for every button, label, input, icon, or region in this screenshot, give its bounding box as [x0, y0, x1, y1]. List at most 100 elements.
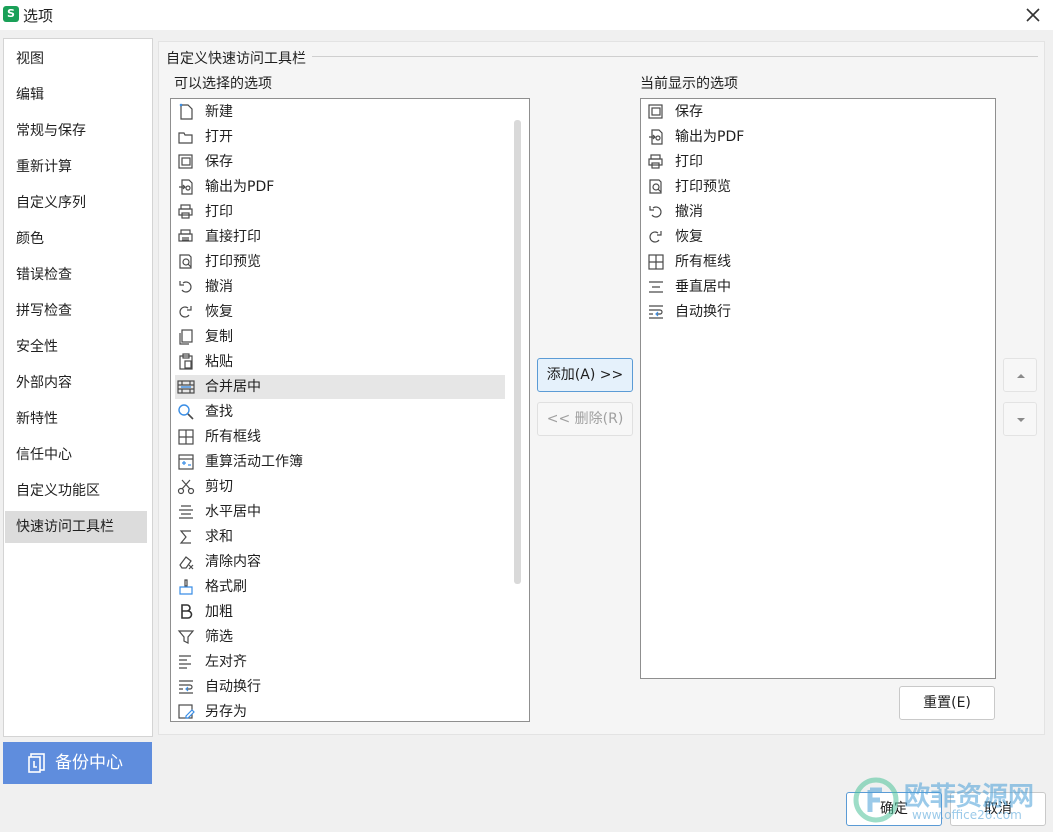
current-option-item[interactable]: 恢复 — [645, 225, 975, 249]
app-logo-icon: S — [3, 6, 19, 22]
new-file-icon — [179, 103, 193, 120]
undo-icon — [649, 206, 662, 218]
available-option-item[interactable]: 打印 — [175, 200, 505, 224]
available-option-item[interactable]: 剪切 — [175, 475, 505, 499]
save-as-icon — [178, 704, 195, 719]
current-option-item[interactable]: 打印 — [645, 150, 975, 174]
nav-item[interactable]: 常规与保存 — [5, 115, 147, 147]
available-options-list[interactable]: 新建打开保存输出为PDF 打印 直接打印打印预览撤消恢复复制粘贴合并居中查找所有框线… — [170, 98, 530, 722]
available-option-item-label: 合并居中 — [205, 379, 261, 395]
available-list-scrollbar[interactable] — [514, 120, 521, 584]
current-option-item[interactable]: 保存 — [645, 100, 975, 124]
nav-item[interactable]: 外部内容 — [5, 367, 147, 399]
current-option-item[interactable]: 撤消 — [645, 200, 975, 224]
available-option-item-label: 输出为PDF — [205, 179, 275, 195]
current-option-item[interactable]: 自动换行 — [645, 300, 975, 324]
print-icon — [648, 154, 663, 169]
add-button[interactable]: 添加(A) >> — [537, 358, 633, 392]
available-option-item[interactable]: 格式刷 — [175, 575, 505, 599]
available-option-item-label: 加粗 — [205, 604, 233, 620]
remove-button[interactable]: << 删除(R) — [537, 402, 633, 436]
available-option-item-label: 打开 — [205, 129, 233, 145]
current-option-item[interactable]: 垂直居中 — [645, 275, 975, 299]
nav-item[interactable]: 信任中心 — [5, 439, 147, 471]
available-option-item-label: 打印预览 — [205, 254, 261, 270]
reset-button[interactable]: 重置(E) — [899, 686, 995, 720]
available-option-item[interactable]: 水平居中 — [175, 500, 505, 524]
nav-item[interactable]: 编辑 — [5, 79, 147, 111]
align-middle-icon — [649, 281, 663, 293]
current-option-item-label: 恢复 — [675, 229, 703, 245]
available-option-item-label: 另存为 — [205, 704, 247, 720]
available-option-item-label: 水平居中 — [205, 504, 261, 520]
current-option-item-label: 打印 — [675, 154, 703, 170]
group-title: 自定义快速访问工具栏 — [166, 48, 312, 68]
available-option-item[interactable]: 复制 — [175, 325, 505, 349]
current-option-item[interactable]: 打印预览 — [645, 175, 975, 199]
available-option-item[interactable]: 输出为PDF — [175, 175, 505, 199]
nav-item[interactable]: 快速访问工具栏 — [5, 511, 147, 543]
triangle-up-icon — [1017, 374, 1025, 378]
export-pdf-icon — [179, 179, 193, 195]
available-option-item[interactable]: 粘贴 — [175, 350, 505, 374]
redo-icon — [649, 231, 662, 243]
nav-item[interactable]: 新特性 — [5, 403, 147, 435]
nav-item[interactable]: 视图 — [5, 43, 147, 75]
available-option-item[interactable]: 加粗 — [175, 600, 505, 624]
move-up-button[interactable] — [1003, 358, 1037, 392]
available-option-item-label: 所有框线 — [205, 429, 261, 445]
nav-item[interactable]: 自定义功能区 — [5, 475, 147, 507]
current-options-list[interactable]: 保存输出为PDF 打印打印预览 撤消恢复所有框线 垂直居中 自动换行 — [640, 98, 996, 679]
available-option-item-label: 剪切 — [205, 479, 233, 495]
available-option-item[interactable]: 直接打印 — [175, 225, 505, 249]
nav-item[interactable]: 拼写检查 — [5, 295, 147, 327]
available-option-item[interactable]: 筛选 — [175, 625, 505, 649]
search-icon — [178, 404, 194, 420]
available-option-item[interactable]: 左对齐 — [175, 650, 505, 674]
available-option-item-label: 保存 — [205, 154, 233, 170]
available-option-item-label: 复制 — [205, 329, 233, 345]
current-option-item[interactable]: 输出为PDF — [645, 125, 975, 149]
available-option-item[interactable]: 求和 — [175, 525, 505, 549]
nav-item[interactable]: 安全性 — [5, 331, 147, 363]
ok-button[interactable]: 确定 — [846, 792, 942, 826]
current-option-item-label: 保存 — [675, 104, 703, 120]
backup-center-button[interactable]: 备份中心 — [3, 742, 152, 784]
print-icon — [178, 204, 193, 219]
available-option-item[interactable]: 清除内容 — [175, 550, 505, 574]
window-title: 选项 — [23, 7, 54, 25]
current-option-item[interactable]: 所有框线 — [645, 250, 975, 274]
wrap-text-icon — [179, 680, 193, 694]
available-option-item[interactable]: 另存为 — [175, 700, 505, 721]
triangle-down-icon — [1017, 418, 1025, 422]
current-options-label: 当前显示的选项 — [640, 76, 738, 92]
available-option-item[interactable]: 恢复 — [175, 300, 505, 324]
available-option-item-label: 筛选 — [205, 629, 233, 645]
available-option-item[interactable]: 新建 — [175, 100, 505, 124]
export-pdf-icon — [649, 129, 663, 145]
nav-item[interactable]: 颜色 — [5, 223, 147, 255]
available-option-item[interactable]: 合并居中 — [175, 375, 505, 399]
bold-icon — [181, 604, 193, 619]
available-option-item-label: 撤消 — [205, 279, 233, 295]
close-button[interactable] — [1021, 3, 1045, 27]
available-option-item[interactable]: 打印预览 — [175, 250, 505, 274]
cancel-button[interactable]: 取消 — [950, 792, 1046, 826]
move-down-button[interactable] — [1003, 402, 1037, 436]
backup-center-label: 备份中心 — [55, 753, 123, 773]
nav-item[interactable]: 错误检查 — [5, 259, 147, 291]
wrap-text-icon — [649, 305, 663, 319]
print-preview-icon — [179, 254, 192, 269]
available-option-item[interactable]: 打开 — [175, 125, 505, 149]
available-option-item[interactable]: 所有框线 — [175, 425, 505, 449]
available-option-item-label: 粘贴 — [205, 354, 233, 370]
available-option-item[interactable]: 重算活动工作簿 — [175, 450, 505, 474]
nav-item[interactable]: 重新计算 — [5, 151, 147, 183]
available-option-item[interactable]: 自动换行 — [175, 675, 505, 699]
available-option-item[interactable]: 撤消 — [175, 275, 505, 299]
all-borders-icon — [648, 254, 664, 270]
available-option-item[interactable]: 查找 — [175, 400, 505, 424]
nav-item[interactable]: 自定义序列 — [5, 187, 147, 219]
available-option-item-label: 清除内容 — [205, 554, 261, 570]
available-option-item[interactable]: 保存 — [175, 150, 505, 174]
